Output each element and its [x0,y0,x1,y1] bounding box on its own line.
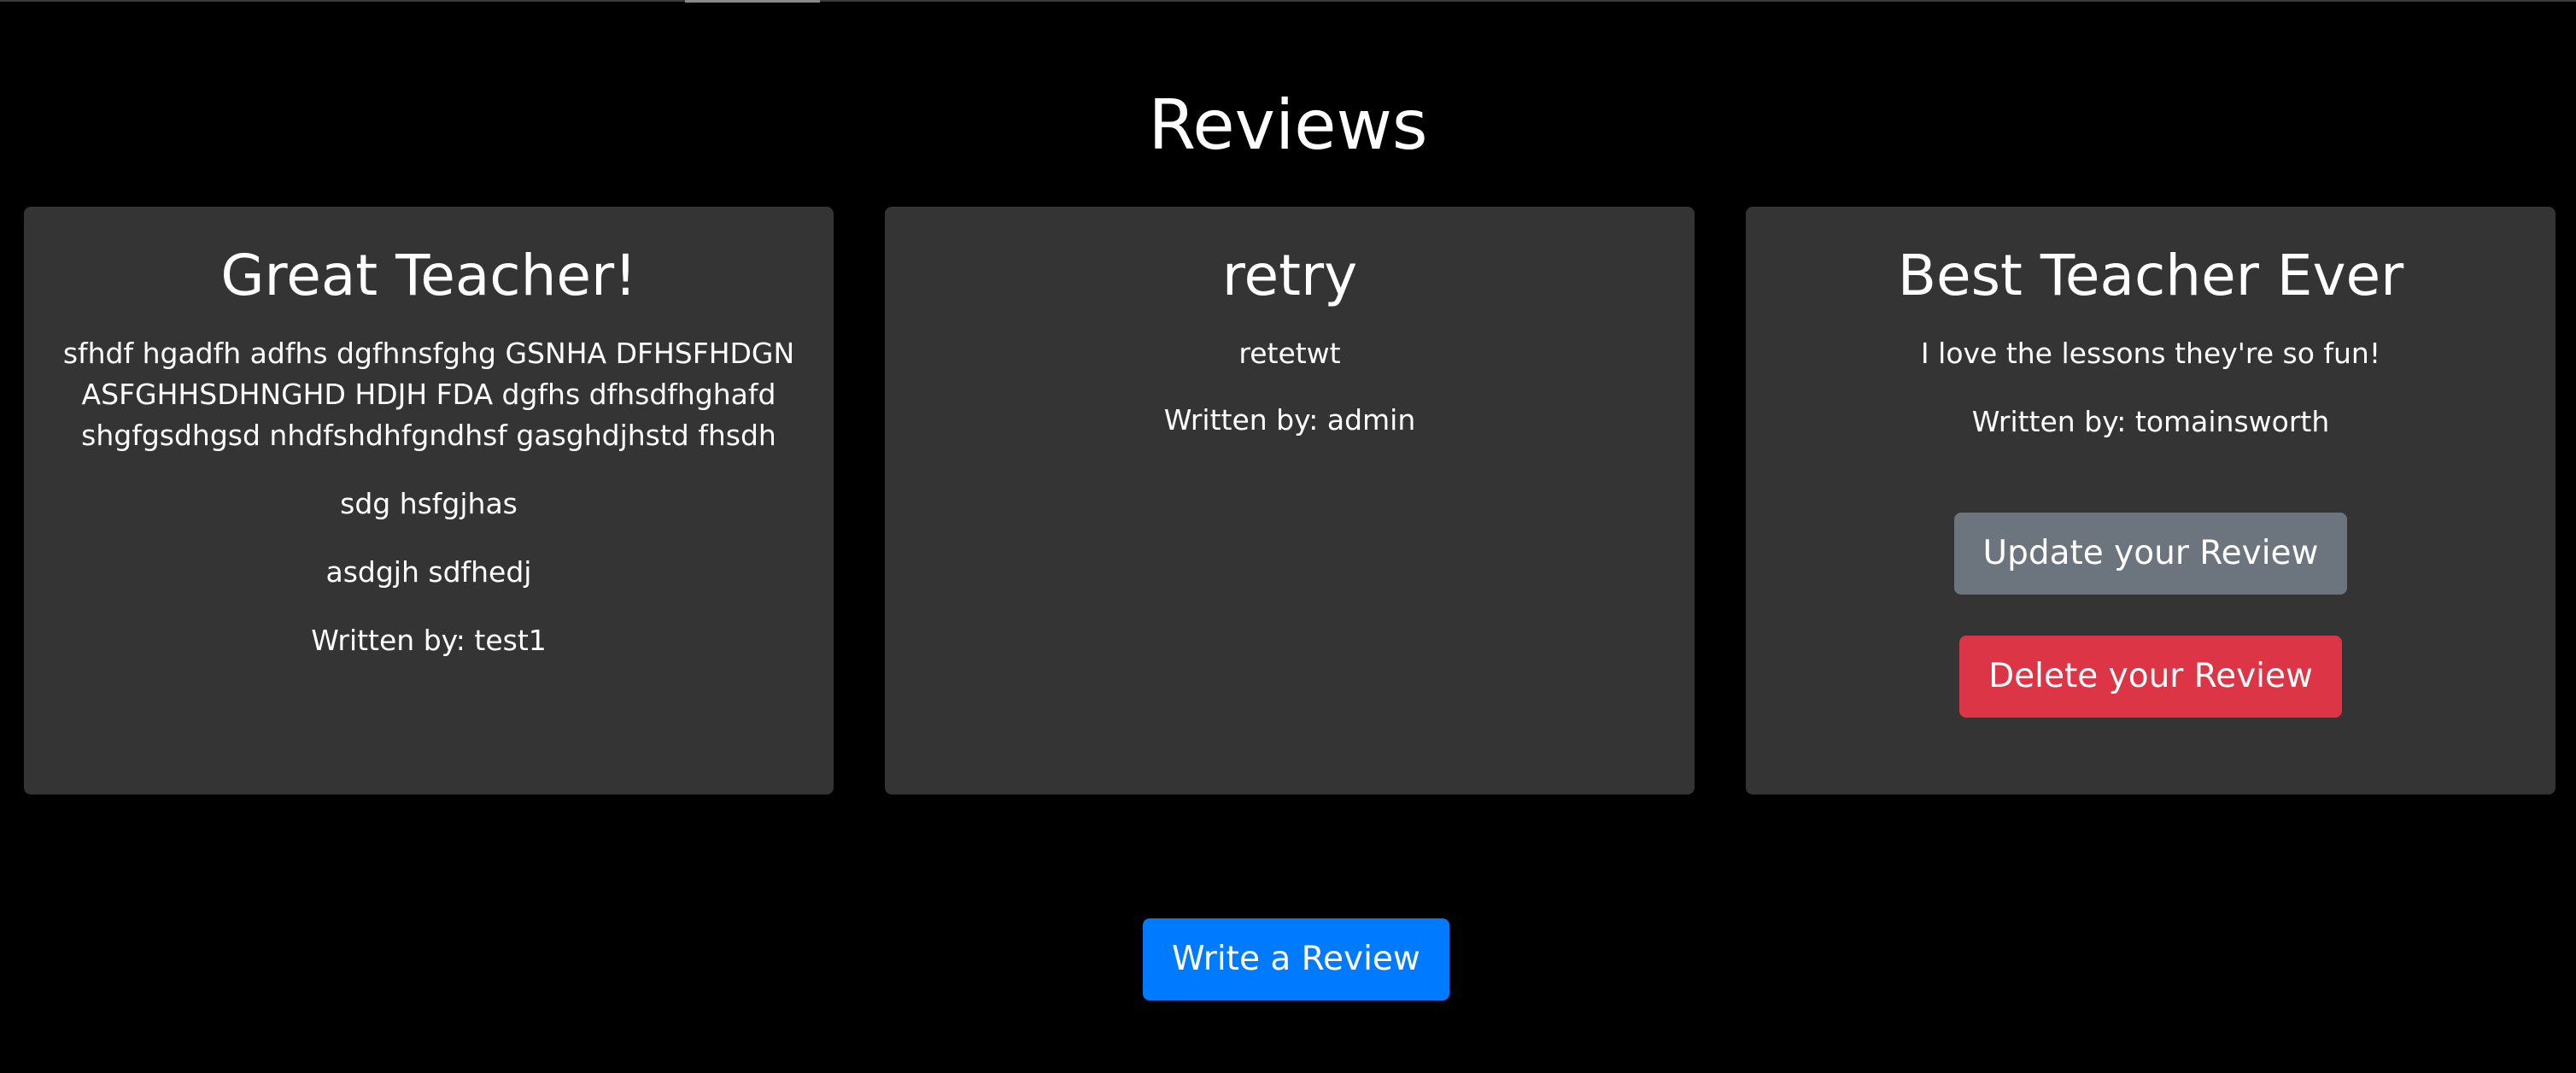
top-divider [0,0,2576,2]
write-review-button[interactable]: Write a Review [1143,918,1449,1000]
review-body: retetwt [1238,337,1341,370]
review-actions: Update your Review Delete your Review [1780,470,2521,718]
reviews-page: Reviews Great Teacher! sfhdf hgadfh adfh… [0,0,2576,1073]
review-card: Best Teacher Ever I love the lessons the… [1746,207,2556,794]
review-body: sfhdf hgadfh adfhs dgfhnsfghg GSNHA DFHS… [62,337,795,452]
review-author: Written by: admin [1163,403,1416,437]
review-card: Great Teacher! sfhdf hgadfh adfhs dgfhns… [24,207,834,794]
review-card: retry retetwt Written by: admin [885,207,1695,794]
review-title: Best Teacher Ever [1897,243,2404,308]
review-body: I love the lessons they're so fun! [1920,337,2381,370]
review-body: asdgjh sdfhedj [325,555,532,589]
update-review-button[interactable]: Update your Review [1953,513,2348,595]
active-tab-indicator [685,0,820,3]
delete-review-button[interactable]: Delete your Review [1959,636,2342,718]
review-body: sdg hsfgjhas [340,487,518,520]
review-author: Written by: test1 [311,624,547,657]
page-title: Reviews [1148,85,1428,165]
review-title: Great Teacher! [220,243,637,308]
review-author: Written by: tomainsworth [1971,405,2330,438]
review-title: retry [1221,243,1358,308]
